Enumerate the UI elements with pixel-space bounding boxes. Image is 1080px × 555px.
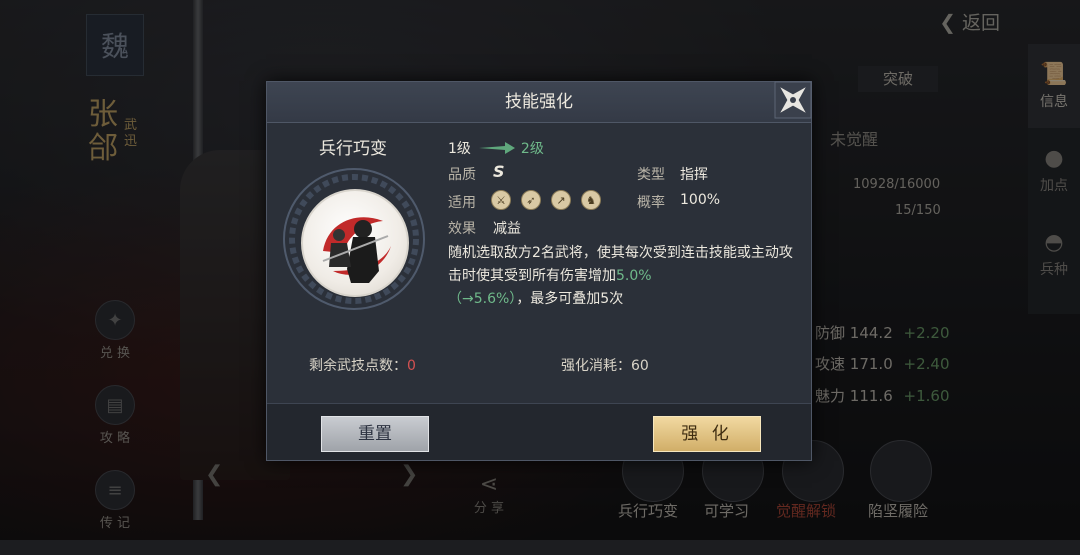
type-value: 指挥 xyxy=(680,167,708,183)
desc-highlight-next: （→5.6%） xyxy=(448,291,517,307)
remaining-label: 剩余武技点数： xyxy=(309,358,407,374)
remaining-points: 剩余武技点数：0 xyxy=(309,355,416,375)
effect-value: 减益 xyxy=(493,221,521,237)
spear-icon: ↗ xyxy=(551,190,571,210)
horse-icon: ♞ xyxy=(581,190,601,210)
applies-label: 适用 xyxy=(448,195,476,211)
level-from: 1级 xyxy=(448,141,471,157)
quality-value: S xyxy=(493,162,505,181)
dialog-title: 技能强化 xyxy=(267,82,811,123)
desc-highlight: 5.0% xyxy=(616,268,652,284)
type-label: 类型 xyxy=(637,167,665,183)
upgrade-cost: 强化消耗：60 xyxy=(561,355,649,375)
upgrade-button[interactable]: 强 化 xyxy=(653,416,761,452)
cost-value: 60 xyxy=(631,358,649,374)
remaining-value: 0 xyxy=(407,358,416,374)
weapon-icons: ⚔ ➶ ↗ ♞ xyxy=(491,190,601,210)
bow-icon: ➶ xyxy=(521,190,541,210)
quality-label: 品质 xyxy=(448,167,476,183)
skill-description: 随机选取敌方2名武将，使其每次受到连击技能或主动攻击时使其受到所有伤害增加5.0… xyxy=(448,242,796,311)
effect-label: 效果 xyxy=(448,221,476,237)
skill-portrait xyxy=(301,189,409,297)
close-icon[interactable] xyxy=(769,76,817,124)
skill-upgrade-dialog: 技能强化 兵行巧变 1级 2级 品质 S 类型 指挥 适用 ⚔ ➶ ↗ ♞ 概率… xyxy=(266,81,812,461)
desc-text-tail: ，最多可叠加5次 xyxy=(516,291,624,307)
sword-icon: ⚔ xyxy=(491,190,511,210)
rate-label: 概率 xyxy=(637,195,665,211)
dialog-footer: 重置 强 化 xyxy=(267,403,811,460)
cost-label: 强化消耗： xyxy=(561,358,631,374)
reset-button[interactable]: 重置 xyxy=(321,416,429,452)
level-to: 2级 xyxy=(520,141,544,157)
skill-name: 兵行巧变 xyxy=(319,139,387,159)
arrow-right-icon xyxy=(478,142,515,154)
warriors-icon xyxy=(322,217,391,283)
level-change: 1级 2级 xyxy=(448,138,544,158)
rate-value: 100% xyxy=(680,192,721,208)
